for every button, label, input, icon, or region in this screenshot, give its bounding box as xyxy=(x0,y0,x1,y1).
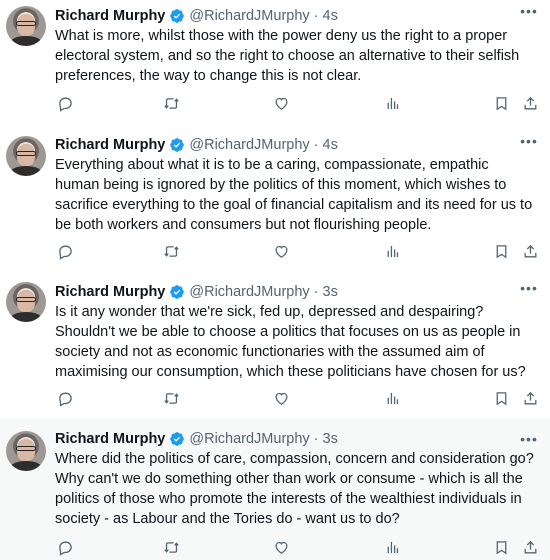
timestamp[interactable]: 3s xyxy=(323,431,338,447)
author-name[interactable]: Richard Murphy xyxy=(55,8,165,24)
reply-icon[interactable] xyxy=(55,241,75,261)
avatar[interactable] xyxy=(6,6,46,46)
share-icon[interactable] xyxy=(520,93,540,113)
author-name[interactable]: Richard Murphy xyxy=(55,137,165,153)
avatar[interactable] xyxy=(6,282,46,322)
verified-badge-icon xyxy=(170,285,185,299)
separator-dot: · xyxy=(313,8,319,24)
tweet-text-line: Is it any wonder that we're sick, fed up… xyxy=(55,304,484,320)
author-name[interactable]: Richard Murphy xyxy=(55,284,165,300)
tweet-text-line: Why can't we do something other than wor… xyxy=(55,471,523,487)
tweet-text: What is more, whilst those with the powe… xyxy=(55,26,541,86)
views-icon[interactable] xyxy=(382,537,402,557)
tweet-text-line: human being is ignored by the politics o… xyxy=(55,177,507,193)
views-icon[interactable] xyxy=(382,388,402,408)
retweet-icon[interactable] xyxy=(161,537,181,557)
author-name[interactable]: Richard Murphy xyxy=(55,431,165,447)
views-icon[interactable] xyxy=(382,241,402,261)
retweet-icon[interactable] xyxy=(161,241,181,261)
separator-dot: · xyxy=(313,431,319,447)
like-icon[interactable] xyxy=(271,93,291,113)
like-icon[interactable] xyxy=(271,537,291,557)
tweet-text-line: be both workers and consumers but not fl… xyxy=(55,217,432,233)
more-icon[interactable]: ••• xyxy=(520,3,538,19)
tweet-text-line: What is more, whilst those with the powe… xyxy=(55,28,508,44)
tweet-text-line: Where did the politics of care, compassi… xyxy=(55,451,534,467)
tweet-actions xyxy=(55,241,540,261)
tweet-text-line: Everything about what it is to be a cari… xyxy=(55,157,489,173)
tweet-text-line: politics of those who promote the intere… xyxy=(55,491,522,507)
tweet-text-line: Shouldn't we be able to choose a politic… xyxy=(55,324,521,340)
author-handle[interactable]: @RichardJMurphy xyxy=(189,8,309,24)
verified-badge-icon xyxy=(170,432,185,446)
author-handle[interactable]: @RichardJMurphy xyxy=(189,284,309,300)
avatar[interactable] xyxy=(6,136,46,176)
bookmark-icon[interactable] xyxy=(491,93,511,113)
reply-icon[interactable] xyxy=(55,93,75,113)
author-handle[interactable]: @RichardJMurphy xyxy=(189,431,309,447)
tweet-actions xyxy=(55,93,540,113)
tweet[interactable]: Richard Murphy @RichardJMurphy · 3s ••• … xyxy=(0,418,550,560)
tweet-actions xyxy=(55,388,540,408)
views-icon[interactable] xyxy=(382,93,402,113)
timestamp[interactable]: 4s xyxy=(323,8,338,24)
bookmark-icon[interactable] xyxy=(491,537,511,557)
bookmark-icon[interactable] xyxy=(491,388,511,408)
tweet-text-line: preferences, the way to change this is n… xyxy=(55,68,362,84)
more-icon[interactable]: ••• xyxy=(520,431,538,447)
like-icon[interactable] xyxy=(271,388,291,408)
avatar[interactable] xyxy=(6,431,46,471)
tweet-text-line: maximising our consumption, which these … xyxy=(55,364,526,380)
share-icon[interactable] xyxy=(520,537,540,557)
timestamp[interactable]: 3s xyxy=(323,284,338,300)
tweet[interactable]: Richard Murphy @RichardJMurphy · 3s ••• … xyxy=(0,276,550,418)
share-icon[interactable] xyxy=(520,388,540,408)
separator-dot: · xyxy=(313,284,319,300)
tweet-text-line: electoral system, and so the right to ch… xyxy=(55,48,520,64)
timestamp[interactable]: 4s xyxy=(323,137,338,153)
tweet-actions xyxy=(55,537,540,557)
bookmark-icon[interactable] xyxy=(491,241,511,261)
tweet-text-line: sacrifice everything to the goal of fina… xyxy=(55,197,533,213)
tweet[interactable]: Richard Murphy @RichardJMurphy · 4s ••• … xyxy=(0,130,550,276)
author-handle[interactable]: @RichardJMurphy xyxy=(189,137,309,153)
tweet-text: Everything about what it is to be a cari… xyxy=(55,155,541,235)
like-icon[interactable] xyxy=(271,241,291,261)
verified-badge-icon xyxy=(170,9,185,23)
more-icon[interactable]: ••• xyxy=(520,133,538,149)
retweet-icon[interactable] xyxy=(161,388,181,408)
retweet-icon[interactable] xyxy=(161,93,181,113)
separator-dot: · xyxy=(313,137,319,153)
tweet-text-line: society and not as economic functionarie… xyxy=(55,344,485,360)
tweet[interactable]: Richard Murphy @RichardJMurphy · 4s ••• … xyxy=(0,0,550,130)
tweet-text: Is it any wonder that we're sick, fed up… xyxy=(55,302,541,382)
reply-icon[interactable] xyxy=(55,388,75,408)
tweet-text: Where did the politics of care, compassi… xyxy=(55,449,541,529)
share-icon[interactable] xyxy=(520,241,540,261)
reply-icon[interactable] xyxy=(55,537,75,557)
more-icon[interactable]: ••• xyxy=(520,280,538,296)
tweet-text-line: society - as Labour and the Tories do - … xyxy=(55,511,400,527)
verified-badge-icon xyxy=(170,138,185,152)
